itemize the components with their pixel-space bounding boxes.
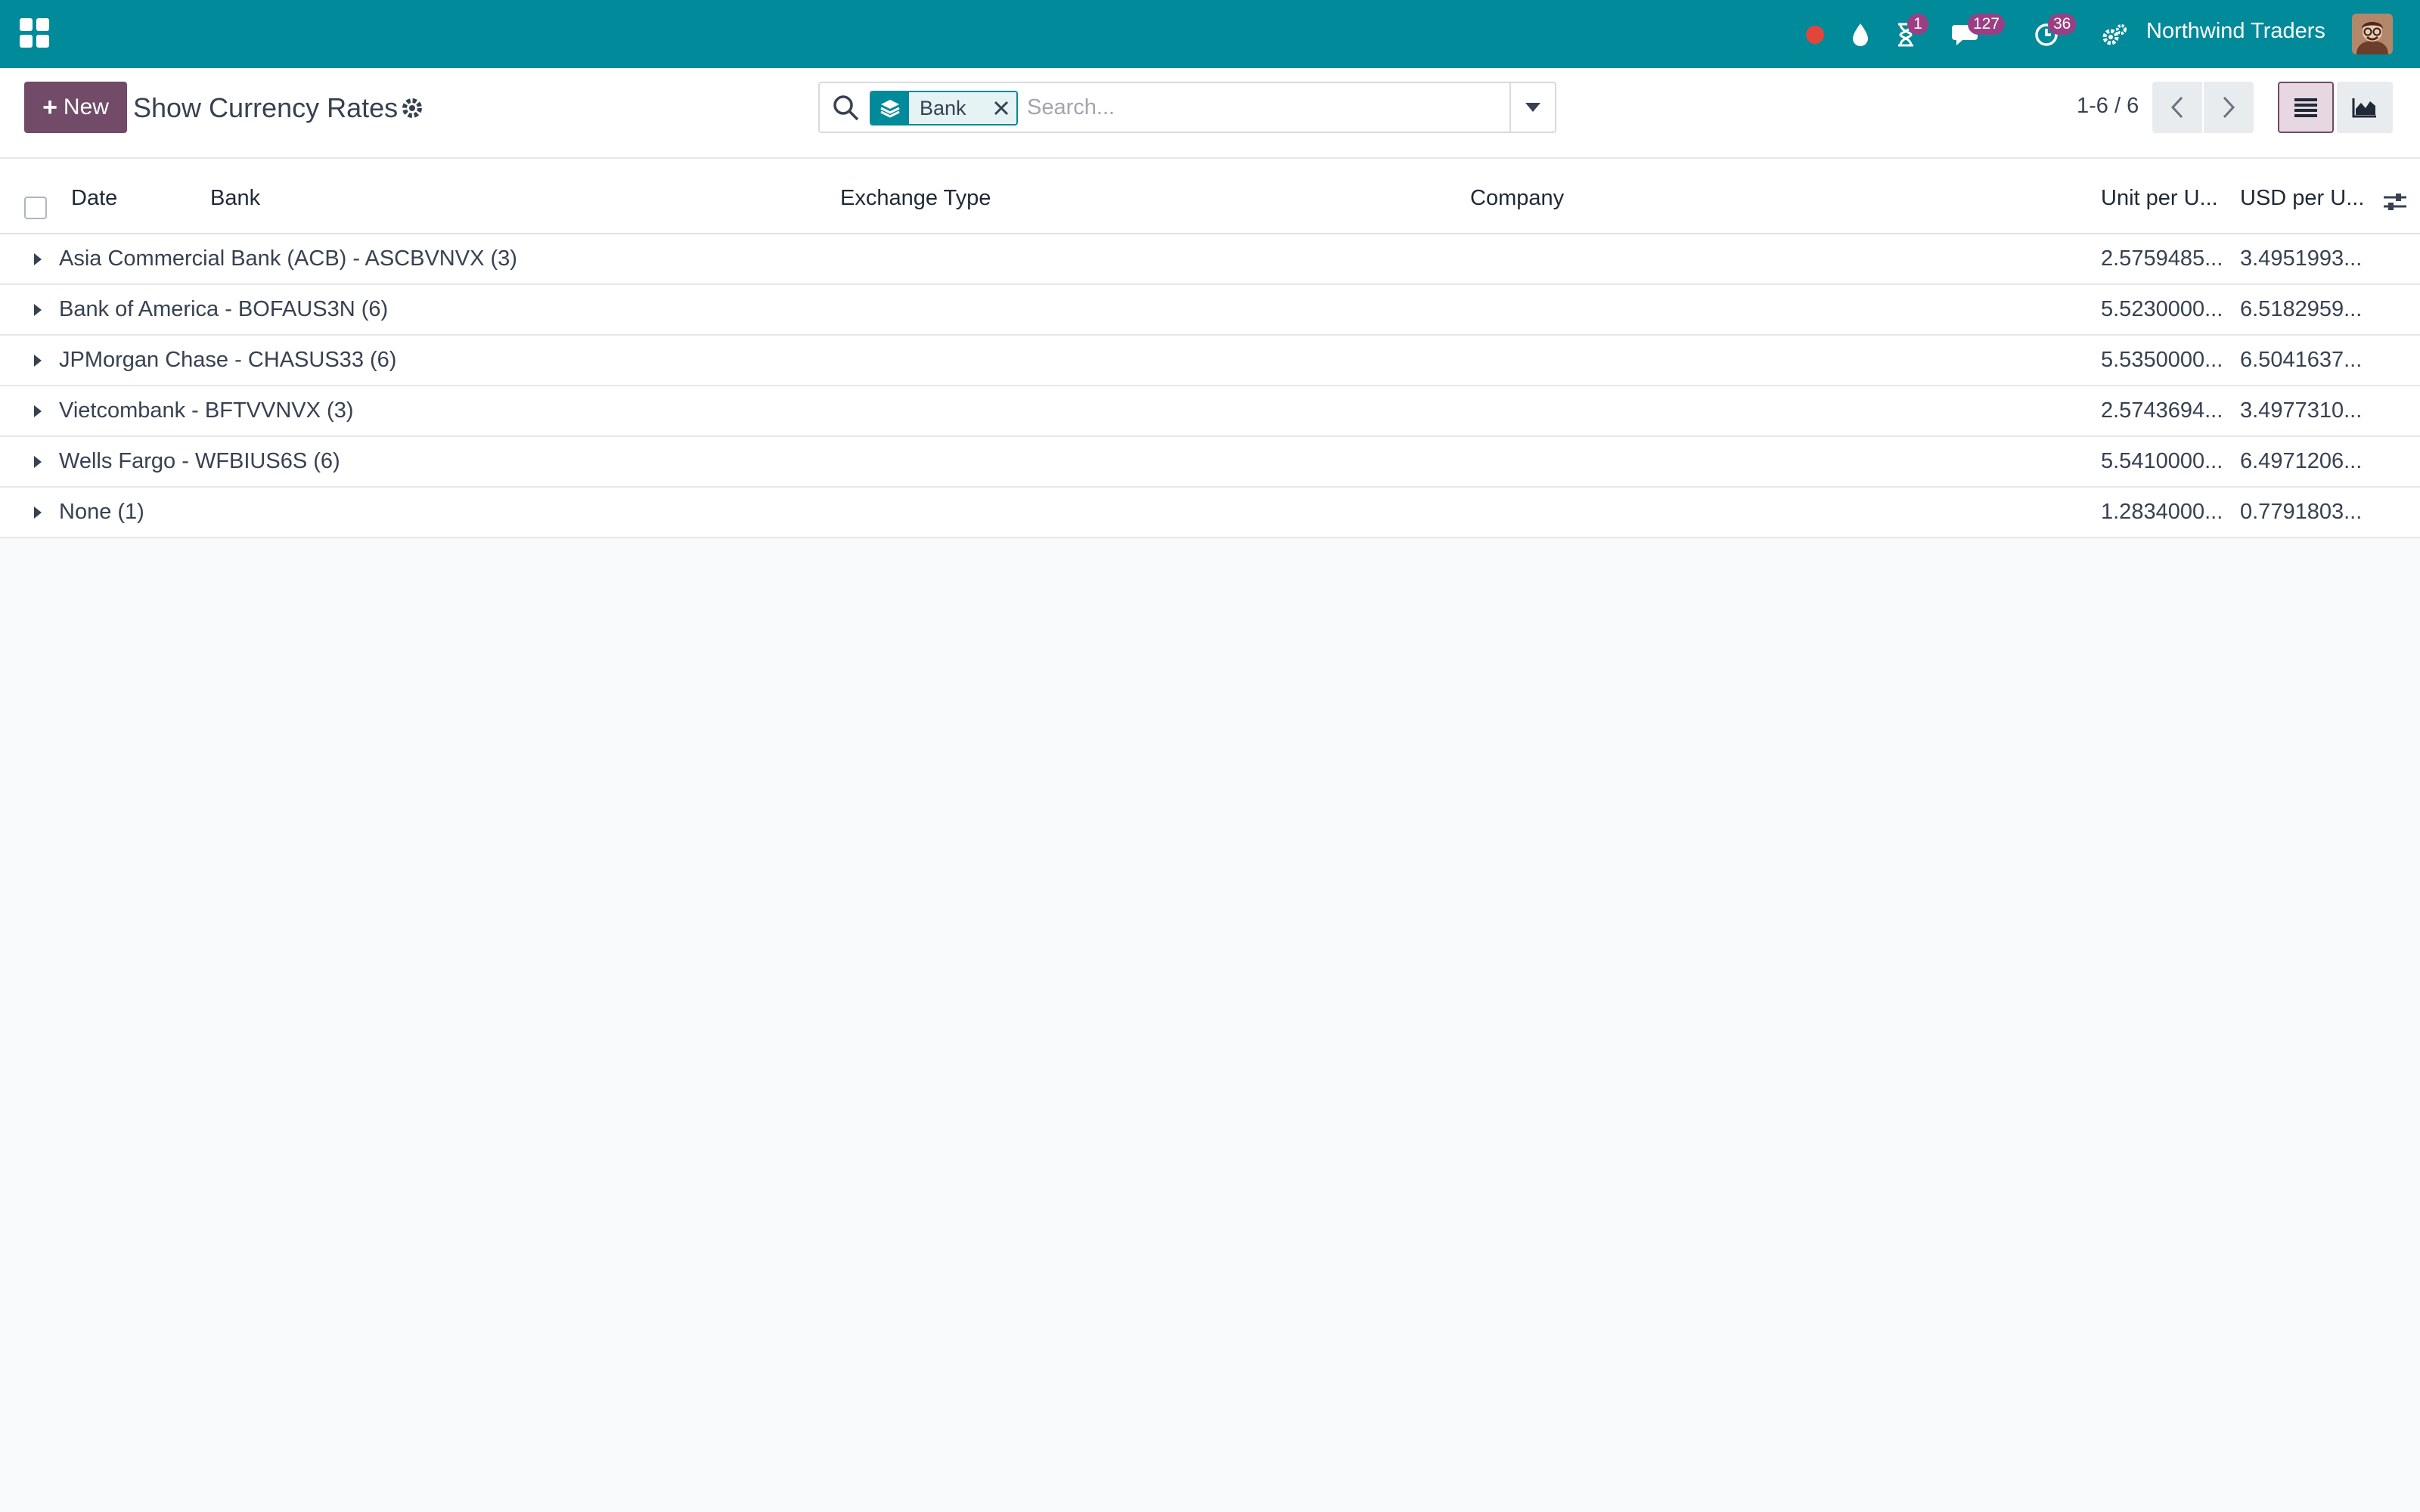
currency-rates-list: Date Bank Exchange Type Company Unit per… (0, 159, 2420, 538)
column-usd-per-unit[interactable]: USD per U... (2240, 186, 2364, 211)
group-unit-per-usd: 5.5410000... (2101, 449, 2223, 473)
page-title: Show Currency Rates (133, 92, 399, 123)
group-unit-per-usd: 5.5230000... (2101, 297, 2223, 321)
company-name[interactable]: Northwind Traders (2146, 19, 2325, 44)
column-bank[interactable]: Bank (210, 186, 260, 211)
group-unit-per-usd: 5.5350000... (2101, 348, 2223, 372)
messages-button[interactable]: 127 (1951, 14, 2006, 50)
group-usd-per-unit: 6.5182959... (2240, 297, 2363, 321)
apps-icon (20, 18, 33, 31)
group-row[interactable]: Asia Commercial Bank (ACB) - ASCBVNVX (3… (0, 234, 2420, 285)
pager-next-button[interactable] (2204, 82, 2254, 133)
list-header: Date Bank Exchange Type Company Unit per… (0, 159, 2420, 234)
group-row[interactable]: None (1) 1.2834000... 0.7791803... (0, 488, 2420, 538)
timers-button[interactable]: 36 (2031, 14, 2077, 50)
search-input[interactable] (1027, 88, 1511, 127)
messages-badge: 127 (1968, 14, 2006, 35)
timers-badge: 36 (2048, 14, 2077, 35)
search-icon (833, 95, 859, 121)
select-all-checkbox[interactable] (24, 197, 47, 219)
apps-menu-button[interactable] (20, 18, 50, 48)
column-exchange-type[interactable]: Exchange Type (840, 186, 991, 211)
group-name: Bank of America - BOFAUS3N (6) (59, 297, 389, 321)
group-usd-per-unit: 6.4971206... (2240, 449, 2363, 473)
group-by-facet: Bank (870, 91, 1018, 125)
graph-view-button[interactable] (2337, 82, 2393, 133)
group-name: None (1) (59, 500, 144, 524)
chevron-left-icon (2170, 96, 2183, 119)
layers-icon (871, 92, 909, 124)
column-date[interactable]: Date (71, 186, 117, 211)
list-view-button[interactable] (2278, 82, 2334, 133)
graph-view-icon (2352, 98, 2376, 118)
search-bar: Bank (818, 82, 1556, 133)
group-name: Wells Fargo - WFBIUS6S (6) (59, 449, 340, 473)
caret-down-icon (1525, 103, 1540, 112)
group-row[interactable]: Wells Fargo - WFBIUS6S (6) 5.5410000... … (0, 437, 2420, 488)
close-icon[interactable] (986, 92, 1016, 124)
group-unit-per-usd: 2.5759485... (2101, 246, 2223, 271)
group-name: Vietcombank - BFTVVNVX (3) (59, 398, 354, 423)
settings-icon[interactable] (2099, 20, 2130, 50)
drop-icon[interactable] (1845, 20, 1876, 50)
caret-right-icon (34, 253, 42, 265)
sliders-icon (2384, 194, 2406, 210)
facet-label: Bank (909, 92, 986, 124)
activity-button[interactable]: 1 (1891, 14, 1928, 50)
group-row[interactable]: Vietcombank - BFTVVNVX (3) 2.5743694... … (0, 386, 2420, 437)
pager-previous-button[interactable] (2152, 82, 2202, 133)
group-usd-per-unit: 3.4951993... (2240, 246, 2363, 271)
group-row[interactable]: Bank of America - BOFAUS3N (6) 5.5230000… (0, 285, 2420, 336)
pager-value[interactable]: 1-6 / 6 (2077, 94, 2139, 119)
column-unit-per-usd[interactable]: Unit per U... (2101, 186, 2218, 211)
optional-columns-toggle[interactable] (2382, 189, 2408, 215)
plus-icon: + (42, 93, 57, 122)
group-name: JPMorgan Chase - CHASUS33 (6) (59, 348, 397, 372)
list-view-icon (2294, 98, 2317, 117)
group-unit-per-usd: 1.2834000... (2101, 500, 2223, 524)
gear-icon[interactable] (399, 95, 425, 121)
group-usd-per-unit: 3.4977310... (2240, 398, 2363, 423)
chevron-right-icon (2223, 96, 2235, 119)
top-navbar: 1 127 36 Northwind Traders (0, 0, 2420, 68)
caret-right-icon (34, 355, 42, 367)
group-usd-per-unit: 0.7791803... (2240, 500, 2363, 524)
group-usd-per-unit: 6.5041637... (2240, 348, 2363, 372)
record-icon[interactable] (1800, 20, 1830, 50)
caret-right-icon (34, 405, 42, 417)
activity-badge: 1 (1907, 14, 1928, 35)
new-button-label: New (63, 94, 109, 119)
column-company[interactable]: Company (1470, 186, 1564, 211)
caret-right-icon (34, 456, 42, 468)
caret-right-icon (34, 507, 42, 519)
group-row[interactable]: JPMorgan Chase - CHASUS33 (6) 5.5350000.… (0, 336, 2420, 386)
group-name: Asia Commercial Bank (ACB) - ASCBVNVX (3… (59, 246, 517, 271)
user-avatar[interactable] (2352, 14, 2393, 54)
caret-right-icon (34, 304, 42, 316)
new-button[interactable]: + New (24, 82, 127, 133)
group-unit-per-usd: 2.5743694... (2101, 398, 2223, 423)
control-panel: + New Show Currency Rates Bank 1-6 / 6 (0, 68, 2420, 159)
search-options-toggle[interactable] (1509, 83, 1555, 132)
